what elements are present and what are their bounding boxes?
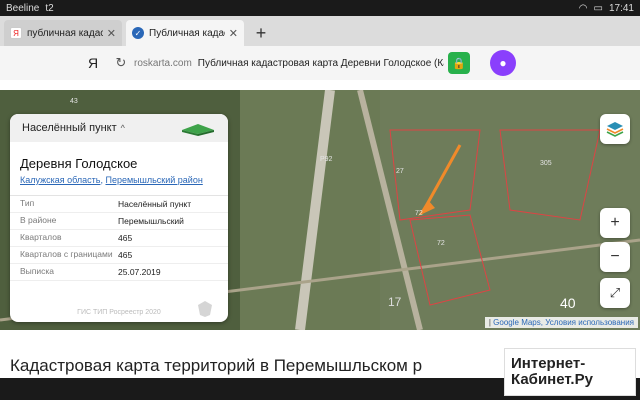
check-favicon-icon: ✓ — [132, 27, 144, 39]
map-label: 305 — [540, 160, 552, 167]
watermark-line1: Интернет- — [511, 354, 586, 372]
url-title: Публичная кадастровая карта Деревни Голо… — [197, 57, 444, 69]
new-tab-button[interactable]: + — [248, 20, 274, 46]
yandex-favicon-icon: Я — [10, 27, 22, 39]
place-title: Деревня Голодское — [20, 156, 138, 171]
row-key: Кварталов с границами — [20, 249, 113, 259]
address-bar: Я ↻ roskarta.com Публичная кадастровая ка… — [0, 46, 640, 80]
row-value: 465 — [118, 250, 133, 260]
row-key: Выписка — [20, 266, 55, 276]
map-label: 72 — [415, 210, 423, 217]
table-row: Тип Населённый пункт — [10, 196, 228, 213]
carrier2-label: t2 — [45, 2, 54, 14]
region-link[interactable]: Калужская область — [20, 175, 100, 185]
row-key: Тип — [20, 198, 35, 208]
table-row: В районе Перемышльский — [10, 213, 228, 230]
info-panel: Населённый пункт ^ Деревня Голодское Кал… — [10, 114, 228, 322]
tab-label: публичная кадаст — [27, 27, 103, 39]
chevron-up-icon[interactable]: ^ — [121, 123, 125, 133]
fullscreen-icon: ⤢ — [609, 285, 621, 300]
wifi-icon: ◠ — [578, 2, 588, 14]
row-value: Населённый пункт — [118, 199, 192, 209]
panel-header-label: Населённый пункт — [22, 122, 117, 134]
minus-icon: − — [610, 248, 620, 265]
tab-1[interactable]: Я публичная кадаст ✕ — [4, 20, 122, 46]
status-bar: Beeline t2 ◠ ▭ 17:41 — [0, 0, 640, 16]
row-value: 465 — [118, 233, 133, 243]
url-field[interactable]: roskarta.com Публичная кадастровая карта … — [134, 58, 444, 69]
breadcrumb: Калужская область, Перемышльский район — [20, 175, 203, 185]
carrier-label: Beeline — [6, 2, 40, 14]
reload-icon[interactable]: ↻ — [108, 55, 134, 71]
info-table: Тип Населённый пункт В районе Перемышльс… — [10, 195, 228, 281]
map-label: 72 — [437, 240, 445, 247]
fullscreen-button[interactable]: ⤢ — [600, 278, 630, 308]
zoom-in-button[interactable]: + — [600, 208, 630, 238]
tab-label: Публичная кадас — [149, 27, 225, 39]
zoom-out-button[interactable]: − — [600, 242, 630, 272]
battery-icon: ▭ — [593, 2, 603, 14]
tab-bar: Я публичная кадаст ✕ ✓ Публичная кадас ✕… — [0, 16, 640, 46]
row-value: Перемышльский — [118, 216, 184, 226]
url-domain: roskarta.com — [134, 57, 192, 69]
close-icon[interactable]: ✕ — [107, 27, 116, 40]
watermark-line2: Кабинет.Ру — [511, 371, 593, 388]
map-attribution: | Google Maps, Условия использования — [484, 317, 638, 328]
layers-icon — [606, 122, 624, 137]
microphone-icon[interactable]: ● — [490, 50, 516, 76]
tab-2[interactable]: ✓ Публичная кадас ✕ — [126, 20, 244, 46]
clock: 17:41 — [608, 2, 634, 14]
lock-icon[interactable]: 🔒 — [448, 52, 470, 74]
page-headline: Кадастровая карта территорий в Перемышль… — [10, 356, 423, 375]
layers-button[interactable] — [600, 114, 630, 144]
row-key: В районе — [20, 215, 57, 225]
attribution-link[interactable]: Google Maps, Условия использования — [493, 318, 634, 327]
panel-header[interactable]: Населённый пункт ^ — [10, 114, 228, 142]
yandex-logo-icon[interactable]: Я — [78, 55, 108, 71]
map-label: 43 — [70, 98, 78, 105]
map-label: 27 — [396, 168, 404, 175]
map-label: Р92 — [320, 156, 333, 163]
table-row: Выписка 25.07.2019 — [10, 264, 228, 281]
watermark-logo: Интернет- Кабинет.Ру — [504, 348, 636, 396]
plus-icon: + — [610, 214, 620, 231]
close-icon[interactable]: ✕ — [229, 27, 238, 40]
emblem-icon — [198, 301, 212, 317]
table-row: Кварталов с границами 465 — [10, 247, 228, 264]
row-key: Кварталов — [20, 232, 62, 242]
terrain-3d-icon — [182, 124, 214, 136]
table-row: Кварталов 465 — [10, 230, 228, 247]
district-link[interactable]: Перемышльский район — [105, 175, 202, 185]
map-label: 17 — [388, 295, 402, 309]
map-label: 40 — [560, 295, 576, 311]
cadastral-map[interactable]: 43 Р92 72 72 305 27 40 17 Населённый пун… — [0, 90, 640, 330]
row-value: 25.07.2019 — [118, 267, 161, 277]
